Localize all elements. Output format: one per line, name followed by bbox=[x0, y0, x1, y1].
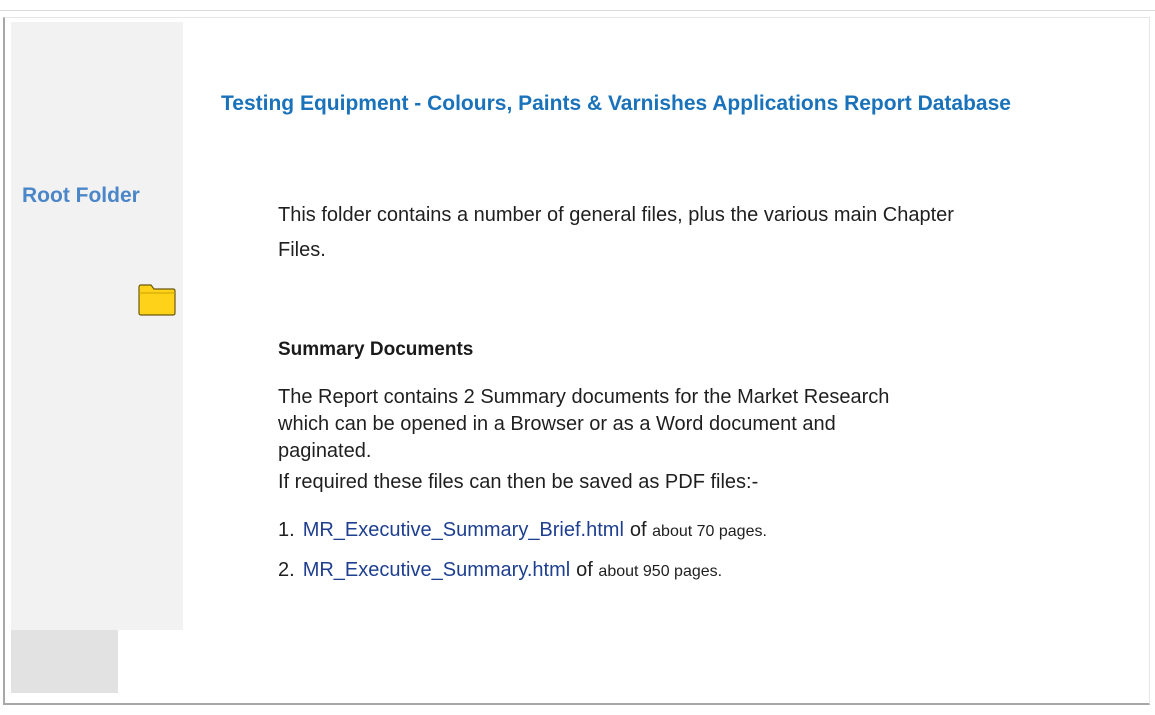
executive-summary-brief-link[interactable]: MR_Executive_Summary_Brief.html bbox=[303, 519, 624, 541]
root-folder-label[interactable]: Root Folder bbox=[22, 184, 140, 208]
pdf-note: If required these files can then be save… bbox=[278, 471, 759, 493]
summary-documents-heading: Summary Documents bbox=[278, 339, 474, 360]
list-item-number: 2. bbox=[278, 559, 295, 581]
page: Root Folder Testing Equipment - Colours,… bbox=[0, 0, 1155, 715]
summary-description: The Report contains 2 Summary documents … bbox=[278, 386, 890, 462]
document-list: 1. MR_Executive_Summary_Brief.html of abou… bbox=[278, 510, 767, 590]
sidebar bbox=[11, 22, 183, 630]
list-item-number: 1. bbox=[278, 519, 295, 541]
list-item-size: about 950 pages. bbox=[598, 563, 723, 580]
list-item-size: about 70 pages. bbox=[652, 523, 767, 540]
list-item: 1. MR_Executive_Summary_Brief.html of abou… bbox=[278, 510, 767, 550]
page-title: Testing Equipment - Colours, Paints & Va… bbox=[221, 92, 1011, 115]
folder-icon[interactable] bbox=[137, 282, 177, 316]
list-item-of: of bbox=[629, 519, 647, 541]
intro-block: This folder contains a number of general… bbox=[278, 198, 998, 268]
intro-text: This folder contains a number of general… bbox=[278, 204, 954, 261]
sidebar-footer-block bbox=[11, 630, 118, 693]
executive-summary-link[interactable]: MR_Executive_Summary.html bbox=[303, 559, 570, 581]
top-divider bbox=[0, 10, 1155, 11]
list-item: 2. MR_Executive_Summary.html of about 950 … bbox=[278, 550, 767, 590]
list-item-of: of bbox=[576, 559, 593, 581]
